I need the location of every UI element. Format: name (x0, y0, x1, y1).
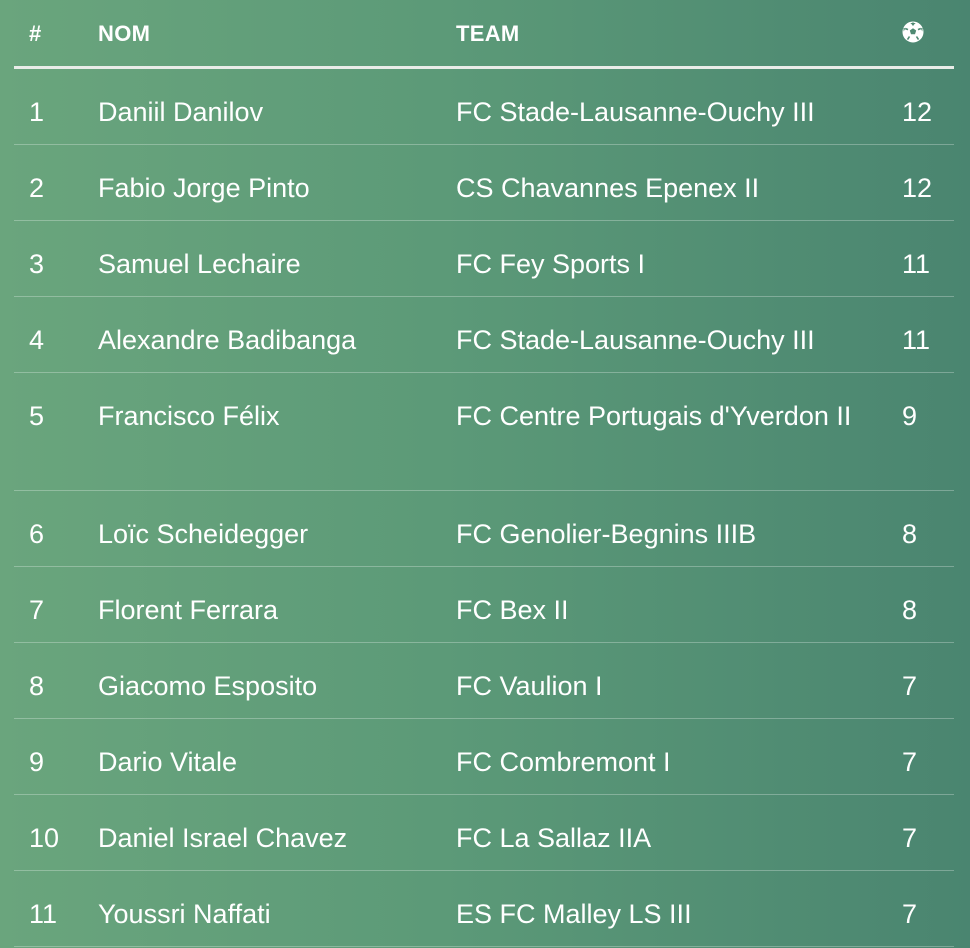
header-name: NOM (98, 21, 151, 46)
team-cell: FC Stade-Lausanne-Ouchy III (456, 97, 815, 127)
goals-cell: 12 (902, 97, 933, 127)
rank-cell: 2 (29, 173, 45, 203)
table-row: 7 Florent Ferrara FC Bex II 8 (14, 567, 954, 643)
team-cell: FC Genolier-Begnins IIIB (456, 519, 757, 549)
team-cell: FC Stade-Lausanne-Ouchy III (456, 325, 815, 355)
goals-cell: 9 (902, 401, 918, 431)
table-row: 6 Loïc Scheidegger FC Genolier-Begnins III… (14, 491, 954, 567)
table-header: # NOM TEAM (14, 0, 954, 69)
player-name-cell: Youssri Naffati (98, 899, 271, 929)
table-row: 9 Dario Vitale FC Combremont I 7 (14, 719, 954, 795)
team-cell: ES FC Malley LS III (456, 899, 692, 929)
scorers-table: # NOM TEAM 1 Daniil Danilov FC Stade-Lausa… (0, 0, 970, 948)
player-name-cell: Daniel Israel Chavez (98, 823, 348, 853)
player-name-cell: Alexandre Badibanga (98, 325, 357, 355)
goals-cell: 7 (902, 747, 918, 777)
goals-cell: 12 (902, 173, 933, 203)
rank-cell: 5 (29, 401, 45, 431)
rank-cell: 7 (29, 595, 45, 625)
rank-cell: 11 (29, 899, 58, 929)
player-name-cell: Fabio Jorge Pinto (98, 173, 310, 203)
rank-cell: 3 (29, 249, 45, 279)
player-name-cell: Florent Ferrara (98, 595, 279, 625)
player-name-cell: Loïc Scheidegger (98, 519, 309, 549)
rank-cell: 1 (29, 97, 45, 127)
table-row: 3 Samuel Lechaire FC Fey Sports I 11 (14, 221, 954, 297)
rank-cell: 4 (29, 325, 45, 355)
team-cell: CS Chavannes Epenex II (456, 173, 760, 203)
rank-cell: 8 (29, 671, 45, 701)
header-rank: # (29, 21, 42, 46)
table-row: 4 Alexandre Badibanga FC Stade-Lausanne-Ou… (14, 297, 954, 373)
table-body: 1 Daniil Danilov FC Stade-Lausanne-Ouchy I… (14, 69, 954, 947)
table-row: 11 Youssri Naffati ES FC Malley LS III 7 (14, 871, 954, 947)
rank-cell: 10 (29, 823, 60, 853)
table-row: 10 Daniel Israel Chavez FC La Sallaz IIA 7 (14, 795, 954, 871)
player-name-cell: Dario Vitale (98, 747, 238, 777)
team-cell: FC Combremont I (456, 747, 671, 777)
player-name-cell: Daniil Danilov (98, 97, 264, 127)
goals-cell: 8 (902, 595, 918, 625)
header-team: TEAM (456, 21, 520, 46)
player-name-cell: Samuel Lechaire (98, 249, 301, 279)
rank-cell: 9 (29, 747, 45, 777)
goals-cell: 7 (902, 899, 918, 929)
goals-cell: 11 (902, 325, 931, 355)
team-cell: FC Centre Portugais d'Yverdon II (456, 401, 852, 431)
team-cell: FC La Sallaz IIA (456, 823, 652, 853)
team-cell: FC Vaulion I (456, 671, 603, 701)
goals-cell: 7 (902, 823, 918, 853)
soccer-ball-icon (902, 21, 924, 43)
player-name-cell: Giacomo Esposito (98, 671, 318, 701)
goals-cell: 11 (902, 249, 931, 279)
table-row: 2 Fabio Jorge Pinto CS Chavannes Epenex II… (14, 145, 954, 221)
team-cell: FC Fey Sports I (456, 249, 646, 279)
rank-cell: 6 (29, 519, 45, 549)
team-cell: FC Bex II (456, 595, 569, 625)
table-row: 8 Giacomo Esposito FC Vaulion I 7 (14, 643, 954, 719)
table-row: 1 Daniil Danilov FC Stade-Lausanne-Ouchy I… (14, 69, 954, 145)
soccer-ball-icon-svg (902, 21, 924, 43)
table-row: 5 Francisco Félix FC Centre Portugais d'Yv… (14, 373, 954, 491)
goals-cell: 8 (902, 519, 918, 549)
player-name-cell: Francisco Félix (98, 401, 280, 431)
goals-cell: 7 (902, 671, 918, 701)
